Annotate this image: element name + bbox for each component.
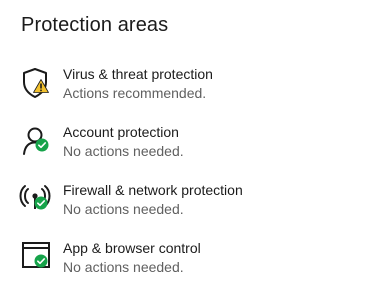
protection-areas-panel: Protection areas Virus & threat protecti… — [0, 0, 377, 294]
section-title: Protection areas — [21, 14, 169, 36]
area-label: Account protection — [63, 124, 179, 140]
account-protection-item[interactable]: Account protection No actions needed. — [18, 124, 358, 170]
area-status: Actions recommended. — [63, 85, 207, 101]
warning-badge-icon — [33, 79, 49, 93]
check-badge-icon — [34, 254, 48, 268]
area-status: No actions needed. — [63, 143, 184, 159]
app-browser-control-item[interactable]: App & browser control No actions needed. — [18, 240, 358, 286]
area-label: App & browser control — [63, 240, 201, 256]
area-status: No actions needed. — [63, 201, 184, 217]
area-label: Firewall & network protection — [63, 182, 243, 198]
area-status: No actions needed. — [63, 259, 184, 275]
firewall-network-protection-item[interactable]: Firewall & network protection No actions… — [18, 182, 358, 228]
area-label: Virus & threat protection — [63, 66, 213, 82]
check-badge-icon — [35, 138, 49, 152]
virus-threat-protection-item[interactable]: Virus & threat protection Actions recomm… — [18, 66, 358, 112]
check-badge-icon — [34, 196, 48, 210]
